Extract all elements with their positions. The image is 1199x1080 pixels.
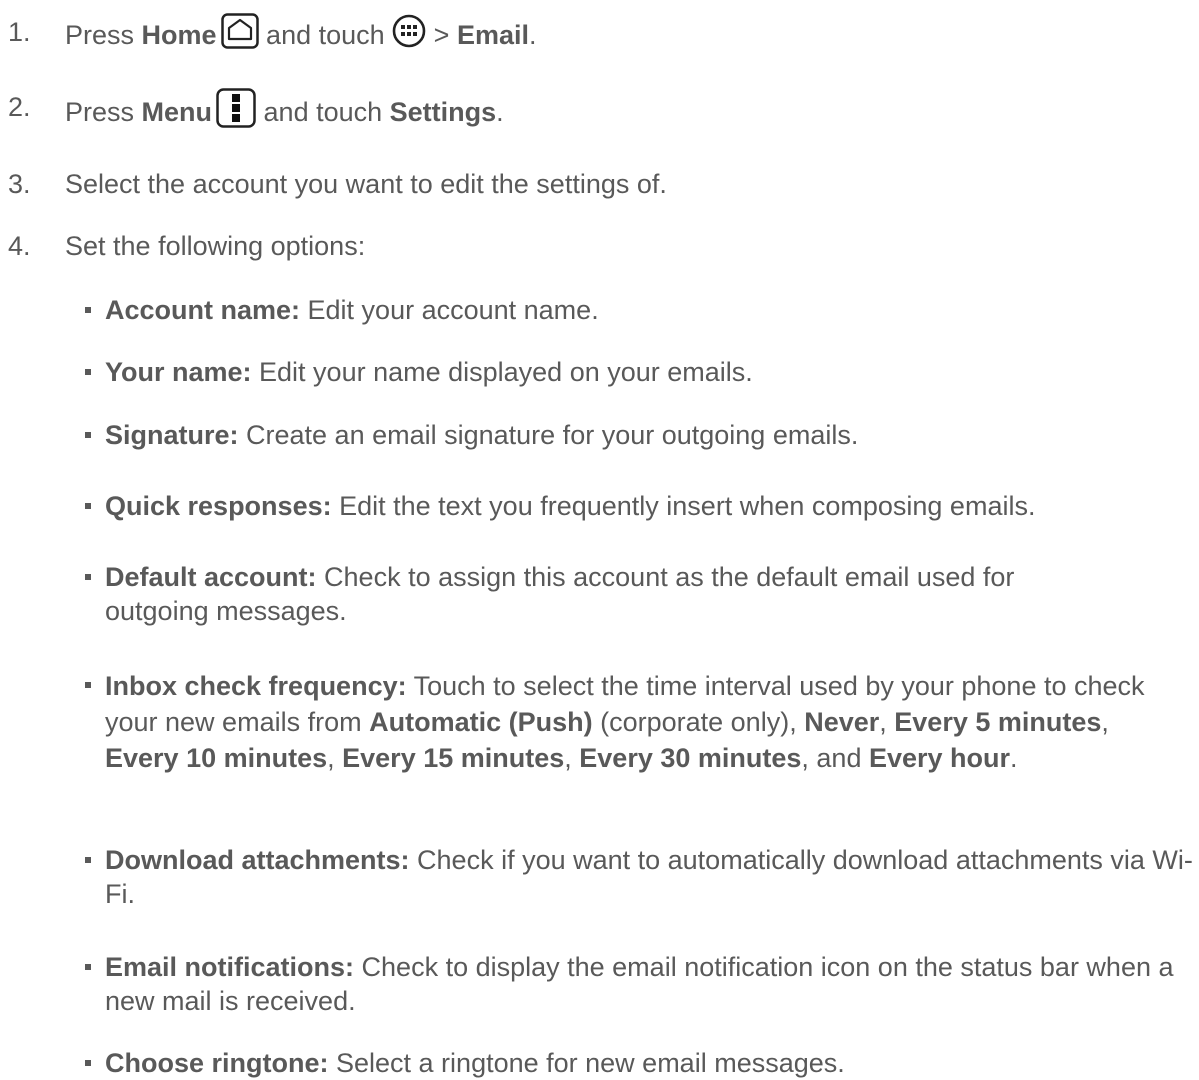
option-term: Inbox check frequency:: [105, 671, 407, 701]
option-text: Your name: Edit your name displayed on y…: [105, 355, 1185, 389]
step-text-part: and touch: [256, 97, 390, 128]
option-term: Choose ringtone:: [105, 1048, 329, 1078]
separator: ,: [1101, 707, 1109, 737]
option-value: Automatic (Push): [369, 707, 593, 737]
option-text: Account name: Edit your account name.: [105, 293, 1185, 327]
option-text: Default account: Check to assign this ac…: [105, 560, 1105, 628]
option-term: Email notifications:: [105, 952, 355, 982]
option-term: Default account:: [105, 562, 317, 592]
step-text: Press Home and touch > Email.: [65, 13, 537, 59]
bullet-icon: [85, 432, 91, 438]
step-text: Select the account you want to edit the …: [65, 169, 667, 199]
option-desc: (corporate only),: [592, 707, 805, 737]
option-desc: Edit the text you frequently insert when…: [331, 491, 1036, 521]
home-icon: [220, 13, 259, 57]
option-text: Choose ringtone: Select a ringtone for n…: [105, 1046, 1185, 1080]
option-term: Download attachments:: [105, 845, 410, 875]
settings-label: Settings: [389, 97, 497, 128]
option-text: Email notifications: Check to display th…: [105, 950, 1185, 1018]
option-value: Every 10 minutes: [105, 743, 328, 773]
email-app-label: Email: [456, 20, 529, 51]
option-value: Every 30 minutes: [579, 743, 802, 773]
option-value: Every 15 minutes: [342, 743, 565, 773]
step-text-part: .: [496, 97, 504, 128]
separator: ,: [564, 743, 580, 773]
option-value: Never: [804, 707, 880, 737]
option-text: Download attachments: Check if you want …: [105, 843, 1199, 911]
bullet-icon: [85, 682, 91, 688]
separator: ,: [879, 707, 895, 737]
separator: , and: [801, 743, 869, 773]
bullet-icon: [85, 503, 91, 509]
home-key-label: Home: [141, 20, 217, 51]
step-text: Press Menu and touch Settings.: [65, 88, 504, 138]
bullet-icon: [85, 307, 91, 313]
bullet-icon: [85, 857, 91, 863]
menu-key-label: Menu: [141, 97, 213, 128]
option-text: Signature: Create an email signature for…: [105, 418, 1185, 452]
option-value: Every hour: [868, 743, 1011, 773]
step-text-part: >: [426, 20, 457, 51]
option-term: Account name:: [105, 295, 301, 325]
option-text: Inbox check frequency: Touch to select t…: [105, 668, 1155, 776]
step-number: 2.: [8, 92, 31, 122]
step-text-part: .: [528, 20, 537, 51]
apps-icon: [392, 14, 426, 56]
option-term: Your name:: [105, 357, 252, 387]
separator: .: [1010, 743, 1018, 773]
option-desc: Edit your name displayed on your emails.: [251, 357, 753, 387]
step-text-part: and touch: [258, 20, 393, 51]
separator: ,: [327, 743, 343, 773]
option-term: Signature:: [105, 420, 239, 450]
option-term: Quick responses:: [105, 491, 332, 521]
option-text: Quick responses: Edit the text you frequ…: [105, 489, 1185, 523]
option-desc: Edit your account name.: [300, 295, 599, 325]
bullet-icon: [85, 574, 91, 580]
option-desc: Select a ringtone for new email messages…: [328, 1048, 845, 1078]
option-value: Every 5 minutes: [894, 707, 1102, 737]
step-text: Set the following options:: [65, 231, 366, 261]
bullet-icon: [85, 369, 91, 375]
step-number: 3.: [8, 169, 31, 199]
bullet-icon: [85, 1060, 91, 1066]
step-text-part: Press: [65, 97, 142, 128]
step-number: 4.: [8, 231, 31, 261]
menu-icon: [216, 88, 256, 136]
step-number: 1.: [8, 17, 31, 47]
bullet-icon: [85, 964, 91, 970]
step-text-part: Press: [65, 20, 142, 51]
option-desc: Create an email signature for your outgo…: [238, 420, 859, 450]
